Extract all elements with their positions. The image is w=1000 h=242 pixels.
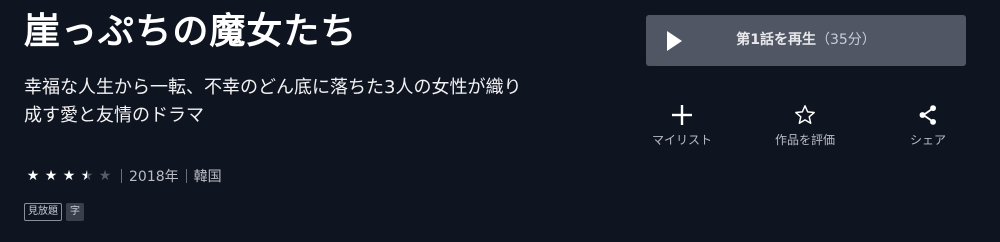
description: 幸福な人生から一転、不幸のどん底に落ちた3人の女性が織り成す愛と友情のドラマ [24, 77, 522, 126]
share-label: シェア [909, 133, 946, 147]
page-title: 崖っぷちの魔女たち [24, 11, 358, 52]
unlimited-badge: 見放題 [24, 203, 62, 221]
star-full-icon: ★ [44, 168, 58, 184]
star-empty-icon: ★ [98, 168, 112, 184]
star-full-icon: ★ [62, 168, 76, 184]
rate-button[interactable]: 作品を評価 [760, 100, 850, 152]
play-episode-button[interactable]: 第1話を再生（35分） [646, 15, 966, 66]
star-full-icon: ★ [26, 168, 40, 184]
meta-row: ★ ★ ★ ★ ★ 2018年 韓国 [24, 164, 222, 188]
star-outline-icon [760, 100, 850, 130]
share-button[interactable]: シェア [883, 100, 973, 152]
share-icon [883, 100, 973, 130]
country: 韓国 [193, 169, 222, 185]
divider [121, 169, 122, 183]
star-half-icon: ★ [78, 169, 96, 183]
play-duration: （35分） [815, 32, 876, 48]
rate-label: 作品を評価 [774, 133, 835, 147]
title-detail-header: 崖っぷちの魔女たち 幸福な人生から一転、不幸のどん底に落ちた3人の女性が織り成す… [0, 0, 1000, 242]
plus-icon [637, 100, 727, 130]
badges: 見放題 字 [24, 203, 84, 221]
play-label-text: 第1話を再生 [736, 32, 816, 48]
release-year: 2018年 [129, 169, 179, 185]
star-rating: ★ ★ ★ ★ ★ [24, 169, 114, 183]
mylist-button[interactable]: マイリスト [637, 100, 727, 152]
subtitle-badge: 字 [66, 203, 84, 221]
play-label: 第1話を再生（35分） [646, 15, 966, 66]
mylist-label: マイリスト [651, 133, 712, 147]
divider [185, 169, 187, 183]
